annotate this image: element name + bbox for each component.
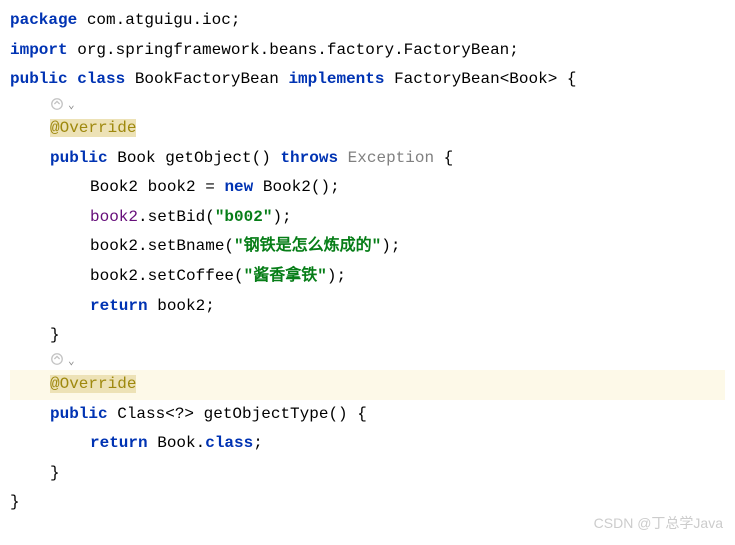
keyword-public: public [50,149,108,167]
brace: { [434,149,453,167]
string-literal: "钢铁是怎么炼成的" [234,237,381,255]
semicolon: ; [253,434,263,452]
string-literal: "酱香拿铁" [244,267,327,285]
code-line-setcoffee: book2.setCoffee("酱香拿铁"); [10,262,725,292]
var-name: book2 [148,178,196,196]
keyword-import: import [10,41,68,59]
close-brace: } [50,464,60,482]
package-path: com.atguigu.ioc; [77,11,240,29]
keyword-throws: throws [280,149,338,167]
gutter-chevron-icon[interactable]: ⌄ [68,356,75,368]
keyword-new: new [224,178,253,196]
import-path: org.springframework.beans.factory.Factor… [68,41,519,59]
string-literal: "b002" [215,208,273,226]
code-line-class-decl: public class BookFactoryBean implements … [10,65,725,95]
close-brace: } [10,493,20,511]
constructor: Book2(); [253,178,339,196]
method-name: getObjectType [204,405,329,423]
call-end: ); [272,208,291,226]
gutter-override-icon-line2: ⌄ [10,351,725,370]
gutter-chevron-icon[interactable]: ⌄ [68,100,75,112]
annotation-override: @Override [50,119,136,137]
code-line-close-method2: } [10,459,725,489]
keyword-package: package [10,11,77,29]
parens: () [252,149,281,167]
code-line-override2-row: @Override [10,370,725,400]
keyword-return: return [90,297,148,315]
keyword-public-class: public class [10,70,125,88]
code-line-return2: return Book.class; [10,429,725,459]
override-gutter-icon[interactable] [50,97,64,111]
code-line-newbook: Book2 book2 = new Book2(); [10,173,725,203]
var-ref: book2 [90,267,138,285]
close-brace: } [50,326,60,344]
return-var: book2; [148,297,215,315]
interface-name: FactoryBean<Book> { [384,70,576,88]
keyword-return: return [90,434,148,452]
method-name: getObject [165,149,251,167]
call-end: ); [381,237,400,255]
code-line-override1: @Override [10,114,725,144]
equals: = [196,178,225,196]
method-call: .setBid( [138,208,215,226]
code-line-return1: return book2; [10,292,725,322]
keyword-implements: implements [288,70,384,88]
call-end: ); [327,267,346,285]
return-type: Book [108,149,166,167]
class-name: BookFactoryBean [125,70,288,88]
code-line-package: package com.atguigu.ioc; [10,6,725,36]
code-line-setbid: book2.setBid("b002"); [10,203,725,233]
code-line-import: import org.springframework.beans.factory… [10,36,725,66]
override-gutter-icon[interactable] [50,352,64,366]
annotation-override: @Override [50,375,136,393]
watermark-text: CSDN @丁总学Java [594,511,723,537]
var-type: Book2 [90,178,148,196]
method-call: .setCoffee( [138,267,244,285]
code-line-getobjecttype: public Class<?> getObjectType() { [10,400,725,430]
keyword-public: public [50,405,108,423]
code-line-close-method1: } [10,321,725,351]
exception-type: Exception [338,149,434,167]
class-ref: Book. [148,434,206,452]
code-line-setbname: book2.setBname("钢铁是怎么炼成的"); [10,232,725,262]
code-line-getobject: public Book getObject() throws Exception… [10,144,725,174]
return-type: Class<?> [108,405,204,423]
method-call: .setBname( [138,237,234,255]
gutter-override-icon-line: ⌄ [10,95,725,114]
var-ref: book2 [90,237,138,255]
parens: () { [328,405,366,423]
var-ref: book2 [90,208,138,226]
keyword-class: class [205,434,253,452]
